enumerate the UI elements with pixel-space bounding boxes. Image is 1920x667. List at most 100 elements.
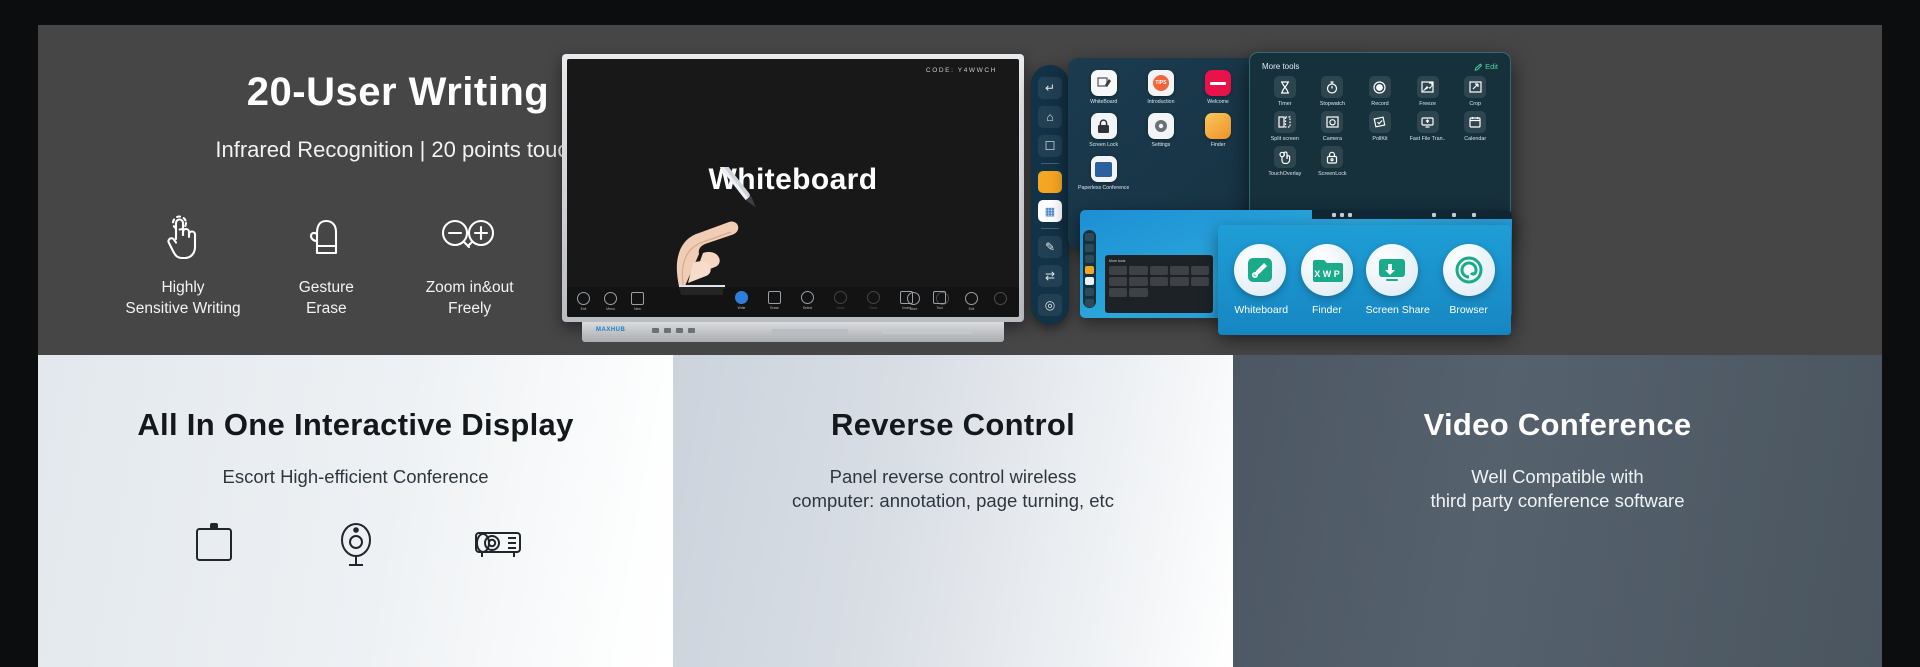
edit-button[interactable]: Edit [1474, 62, 1498, 71]
tool-screen-lock[interactable]: ScreenLock [1310, 146, 1356, 177]
tool-camera[interactable]: Camera [1310, 111, 1356, 142]
status-icon [1332, 212, 1336, 217]
app-screen-lock[interactable]: Screen Lock [1078, 113, 1129, 148]
tool-touch-overlay[interactable]: TouchOverlay [1262, 146, 1308, 177]
toolbar-button-write[interactable]: Write [735, 291, 748, 310]
redo-icon [867, 291, 880, 304]
toolbar-button-erase[interactable]: Erase [768, 291, 781, 310]
stand-ports [652, 328, 695, 333]
pen-icon[interactable] [1085, 288, 1094, 296]
callout-screen-share[interactable]: Screen Share [1365, 244, 1430, 316]
callout-label: Finder [1311, 304, 1342, 316]
screen-lock-icon [1321, 146, 1344, 168]
panel-title: Video Conference [1423, 407, 1692, 442]
tool-pollkit[interactable]: PollKit [1357, 111, 1403, 142]
split-screen-icon [1273, 111, 1296, 133]
tool-timer[interactable]: Timer [1262, 76, 1308, 107]
close-icon [965, 292, 978, 305]
callout-finder[interactable]: X W P Finder [1300, 244, 1353, 316]
popup-tool[interactable] [1190, 277, 1209, 286]
floating-side-toolbar[interactable]: ↵ ⌂ ☐ ▦ ✎ ⇄ ◎ [1031, 65, 1069, 325]
toolbar-button-dot[interactable] [936, 292, 949, 311]
side-button-tasks[interactable]: ☐ [1038, 135, 1062, 157]
side-button-home[interactable]: ⌂ [1038, 106, 1062, 128]
tool-record[interactable]: Record [1357, 76, 1403, 107]
app-paperless-conference[interactable]: Paperless Conference [1078, 156, 1129, 191]
popup-tool[interactable] [1129, 266, 1148, 275]
tool-stopwatch[interactable]: Stopwatch [1310, 76, 1356, 107]
toolbar-button-redo[interactable]: Redo [867, 291, 880, 310]
toolbar-button-new[interactable]: New [631, 292, 644, 311]
hourglass-icon [1273, 76, 1296, 98]
popup-tool[interactable] [1149, 277, 1169, 286]
popup-tool[interactable] [1129, 277, 1148, 286]
callout-label: Whiteboard [1234, 304, 1289, 316]
toolbar-button-undo[interactable]: Undo [834, 291, 847, 310]
tool-split-screen[interactable]: Split screen [1262, 111, 1308, 142]
app-introduction[interactable]: TIPS Introduction [1135, 70, 1186, 105]
glove-erase-icon [261, 210, 391, 264]
toolbar-button-more[interactable]: More [907, 292, 920, 311]
apps-grid-icon[interactable] [1085, 277, 1094, 285]
popup-tool[interactable] [1109, 288, 1128, 297]
tool-calendar[interactable]: Calendar [1452, 111, 1498, 142]
toolbar-button-close[interactable]: Exit [965, 292, 978, 311]
home-side-rail[interactable] [1083, 230, 1096, 308]
camera-icon [1321, 111, 1344, 133]
popup-tool[interactable] [1109, 266, 1128, 275]
toolbar-button-menu[interactable]: Menu [604, 292, 617, 311]
callout-whiteboard[interactable]: Whiteboard [1234, 244, 1288, 316]
app-settings[interactable]: Settings [1135, 113, 1186, 148]
popup-tool[interactable] [1170, 266, 1189, 275]
side-button-back[interactable]: ↵ [1038, 77, 1062, 99]
popup-tool[interactable] [1109, 277, 1128, 286]
finder-folder-icon [1205, 113, 1232, 139]
menu-icon [604, 292, 617, 305]
status-icon [1340, 212, 1344, 217]
app-welcome[interactable]: Welcome [1192, 70, 1243, 105]
more-tools-header: More tools Edit [1262, 62, 1498, 71]
popup-tool[interactable] [1129, 288, 1148, 297]
pen-icon: ✎ [1044, 240, 1056, 254]
more-dots-icon[interactable] [1085, 299, 1094, 307]
tasks-icon[interactable] [1085, 255, 1094, 263]
side-button-pen[interactable]: ✎ [1038, 236, 1062, 258]
display-screen[interactable]: CODE: Y4WWCH Whiteboard Exit Menu New Wr… [567, 59, 1019, 317]
popup-tool[interactable] [1170, 277, 1189, 286]
panel-title: Reverse Control [831, 407, 1075, 442]
record-circle-icon [1368, 76, 1391, 98]
toolbar-button-dot2[interactable] [994, 292, 1007, 311]
callout-label: Screen Share [1365, 304, 1430, 316]
home-icon[interactable] [1085, 244, 1094, 252]
side-button-sticky-note[interactable] [1038, 171, 1062, 193]
select-icon [801, 291, 814, 304]
toolbar-button-exit[interactable]: Exit [577, 292, 590, 311]
crop-icon [1464, 76, 1487, 98]
panel-title: All In One Interactive Display [137, 407, 574, 442]
port [652, 328, 659, 333]
tool-crop[interactable]: Crop [1452, 76, 1498, 107]
tool-fast-file-transfer[interactable]: Fast File Tran.. [1405, 111, 1451, 142]
back-icon: ↵ [1044, 81, 1056, 95]
callout-browser[interactable]: Browser [1442, 244, 1495, 316]
panel-all-in-one-interactive-display: All In One Interactive Display Escort Hi… [38, 355, 673, 667]
toolbar-button-select[interactable]: Select [801, 291, 814, 310]
back-icon[interactable] [1085, 233, 1094, 241]
side-button-more[interactable]: ◎ [1038, 294, 1062, 316]
pen-icon [735, 291, 748, 304]
panel-icon-row [38, 519, 673, 567]
app-finder[interactable]: Finder [1192, 113, 1243, 148]
side-button-apps[interactable]: ▦ [1038, 200, 1062, 222]
side-button-sliders[interactable]: ⇄ [1038, 265, 1062, 287]
tips-icon: TIPS [1147, 70, 1174, 96]
popup-tool[interactable] [1190, 266, 1209, 275]
panel-subtitle: Escort High-efficient Conference [222, 466, 489, 487]
app-whiteboard[interactable]: WhiteBoard [1078, 70, 1129, 105]
sticky-note-icon[interactable] [1085, 266, 1094, 274]
popup-tool[interactable] [1149, 266, 1169, 275]
screen-lock-icon [1090, 113, 1117, 139]
tasks-icon: ☐ [1044, 139, 1056, 153]
home-more-tools-popup: More tools [1105, 255, 1213, 313]
exit-icon [577, 292, 590, 305]
tool-freeze[interactable]: Freeze [1405, 76, 1451, 107]
